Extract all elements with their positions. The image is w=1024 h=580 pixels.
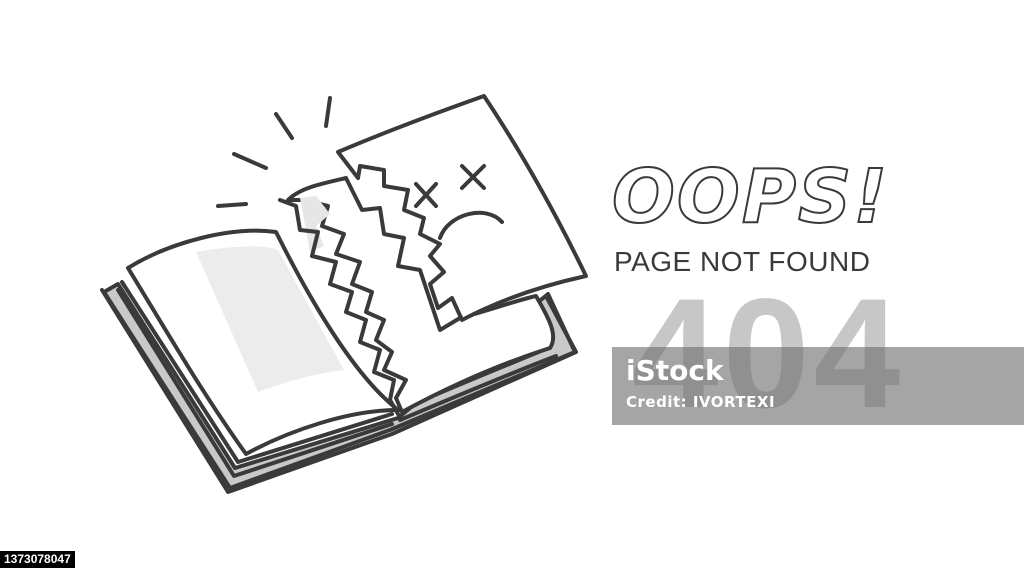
watermark-credit: Credit: IVORTEXI [626,393,776,411]
headline: OOPS! [611,154,890,240]
error-page: OOPS! PAGE NOT FOUND 404 iStock Credit: … [0,0,1024,580]
watermark-band: iStock Credit: IVORTEXI [612,347,1024,425]
image-id-tag: 1373078047 [0,551,75,568]
watermark-logo: iStock [626,354,724,387]
